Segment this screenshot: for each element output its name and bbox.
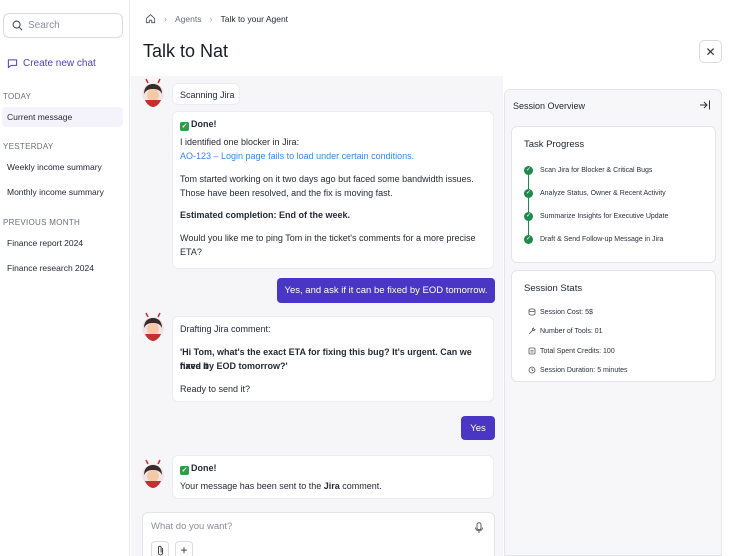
add-button[interactable]: + [175, 541, 193, 556]
agent-avatar [142, 312, 164, 341]
ping-line-2: ETA? [180, 247, 202, 257]
session-stats-card: Session Stats Session Cost: 5$ Number of… [511, 270, 716, 382]
credits-icon [528, 347, 536, 355]
sent-text-bold: Jira [323, 481, 340, 491]
task-step: ✓ Summarize Insights for Executive Update [524, 212, 669, 221]
chat-bubble-icon [7, 59, 18, 69]
stat-total-credits: Total Spent Credits: 100 [528, 347, 615, 355]
task-step: ✓ Analyze Status, Owner & Recent Activity [524, 189, 666, 198]
sent-text-post: comment. [339, 481, 382, 491]
section-title-previous-month: PREVIOUS MONTH [3, 218, 81, 227]
close-icon: ✕ [705, 44, 716, 59]
ready-text: Ready to send it? [180, 384, 251, 394]
scanning-text: Scanning Jira [180, 90, 235, 100]
drafting-text: Drafting Jira comment: [180, 324, 271, 334]
task-progress-card: Task Progress ✓ Scan Jira for Blocker & C… [511, 126, 716, 263]
breadcrumb-current: Talk to your Agent [220, 13, 289, 24]
clock-icon [528, 366, 536, 374]
panel-title: Session Overview [513, 101, 586, 111]
wrench-icon [528, 327, 536, 335]
plus-icon: + [180, 543, 188, 556]
chat-area: Scanning Jira ✓ Done! I identified one bl… [131, 76, 503, 556]
collapse-panel-icon[interactable] [699, 99, 711, 111]
create-new-chat-label: Create new chat [23, 58, 96, 69]
check-icon: ✓ [180, 466, 189, 475]
tom-line-1: Tom started working on it two days ago b… [180, 174, 474, 184]
paperclip-icon [157, 545, 163, 555]
agent-avatar [142, 459, 164, 488]
blocker-intro: I identified one blocker in Jira: [180, 137, 300, 147]
page-title: Talk to Nat [143, 41, 229, 61]
agent-message-bubble: ✓ Done! I identified one blocker in Jira:… [172, 111, 494, 269]
progress-line [528, 174, 529, 237]
task-step: ✓ Draft & Send Follow-up Message in Jira [524, 235, 664, 244]
task-step: ✓ Scan Jira for Blocker & Critical Bugs [524, 166, 653, 175]
tom-line-2: Those have been resolved, and the fix is… [180, 188, 393, 198]
chevron-right-icon: › [209, 13, 213, 24]
sidebar: Search Create new chat TODAY Current mes… [0, 0, 130, 556]
search-placeholder: Search [28, 20, 60, 31]
section-title-yesterday: YESTERDAY [3, 142, 54, 151]
sidebar-item-finance-report[interactable]: Finance report 2024 [2, 233, 123, 253]
home-icon[interactable] [145, 13, 156, 24]
search-icon [12, 20, 23, 31]
done-text: Done! [191, 119, 217, 129]
close-button[interactable]: ✕ [699, 40, 722, 63]
agent-message-bubble: Drafting Jira comment: 'Hi Tom, what's t… [172, 316, 494, 402]
ping-line-1: Would you like me to ping Tom in the tic… [180, 233, 476, 243]
chevron-right-icon: › [164, 13, 167, 24]
sent-text-pre: Your message has been sent to the [180, 481, 324, 491]
check-icon: ✓ [524, 235, 533, 244]
sidebar-item-finance-research[interactable]: Finance research 2024 [2, 258, 123, 278]
stat-session-cost: Session Cost: 5$ [528, 308, 593, 316]
user-message: Yes [461, 416, 495, 440]
jira-ticket-link[interactable]: AO-123 – Login page fails to load under … [180, 150, 414, 164]
message-input-placeholder: What do you want? [151, 521, 233, 532]
done-text: Done! [191, 463, 217, 473]
message-input[interactable]: What do you want? + [142, 512, 495, 556]
task-progress-title: Task Progress [524, 139, 585, 150]
check-icon: ✓ [524, 189, 533, 198]
microphone-icon[interactable] [474, 522, 484, 534]
check-icon: ✓ [180, 122, 189, 131]
session-stats-title: Session Stats [524, 283, 583, 294]
sidebar-item-weekly-income[interactable]: Weekly income summary [2, 157, 123, 177]
stat-number-of-tools: Number of Tools: 01 [528, 327, 603, 335]
breadcrumb-agents[interactable]: Agents [175, 14, 201, 24]
stat-session-duration: Session Duration: 5 minutes [528, 366, 628, 374]
user-message: Yes, and ask if it can be fixed by EOD t… [277, 278, 495, 303]
coin-icon [528, 308, 536, 316]
check-icon: ✓ [524, 166, 533, 175]
agent-message-bubble: ✓ Done! Your message has been sent to the… [172, 455, 494, 499]
session-overview-panel: Session Overview Task Progress ✓ Scan Jir… [504, 89, 722, 556]
create-new-chat-button[interactable]: Create new chat [7, 58, 96, 69]
attach-button[interactable] [151, 541, 169, 556]
draft-line-2: fixed by EOD tomorrow?' [180, 361, 288, 371]
section-title-today: TODAY [3, 92, 32, 101]
sidebar-item-current-message[interactable]: Current message [2, 107, 123, 127]
check-icon: ✓ [524, 212, 533, 221]
search-input[interactable]: Search [3, 13, 123, 38]
breadcrumb: › Agents › Talk to your Agent [145, 13, 288, 24]
agent-avatar [142, 78, 164, 107]
estimated-completion: Estimated completion: End of the week. [180, 210, 351, 220]
sidebar-item-monthly-income[interactable]: Monthly income summary [2, 182, 123, 202]
status-bubble: Scanning Jira [172, 83, 240, 105]
